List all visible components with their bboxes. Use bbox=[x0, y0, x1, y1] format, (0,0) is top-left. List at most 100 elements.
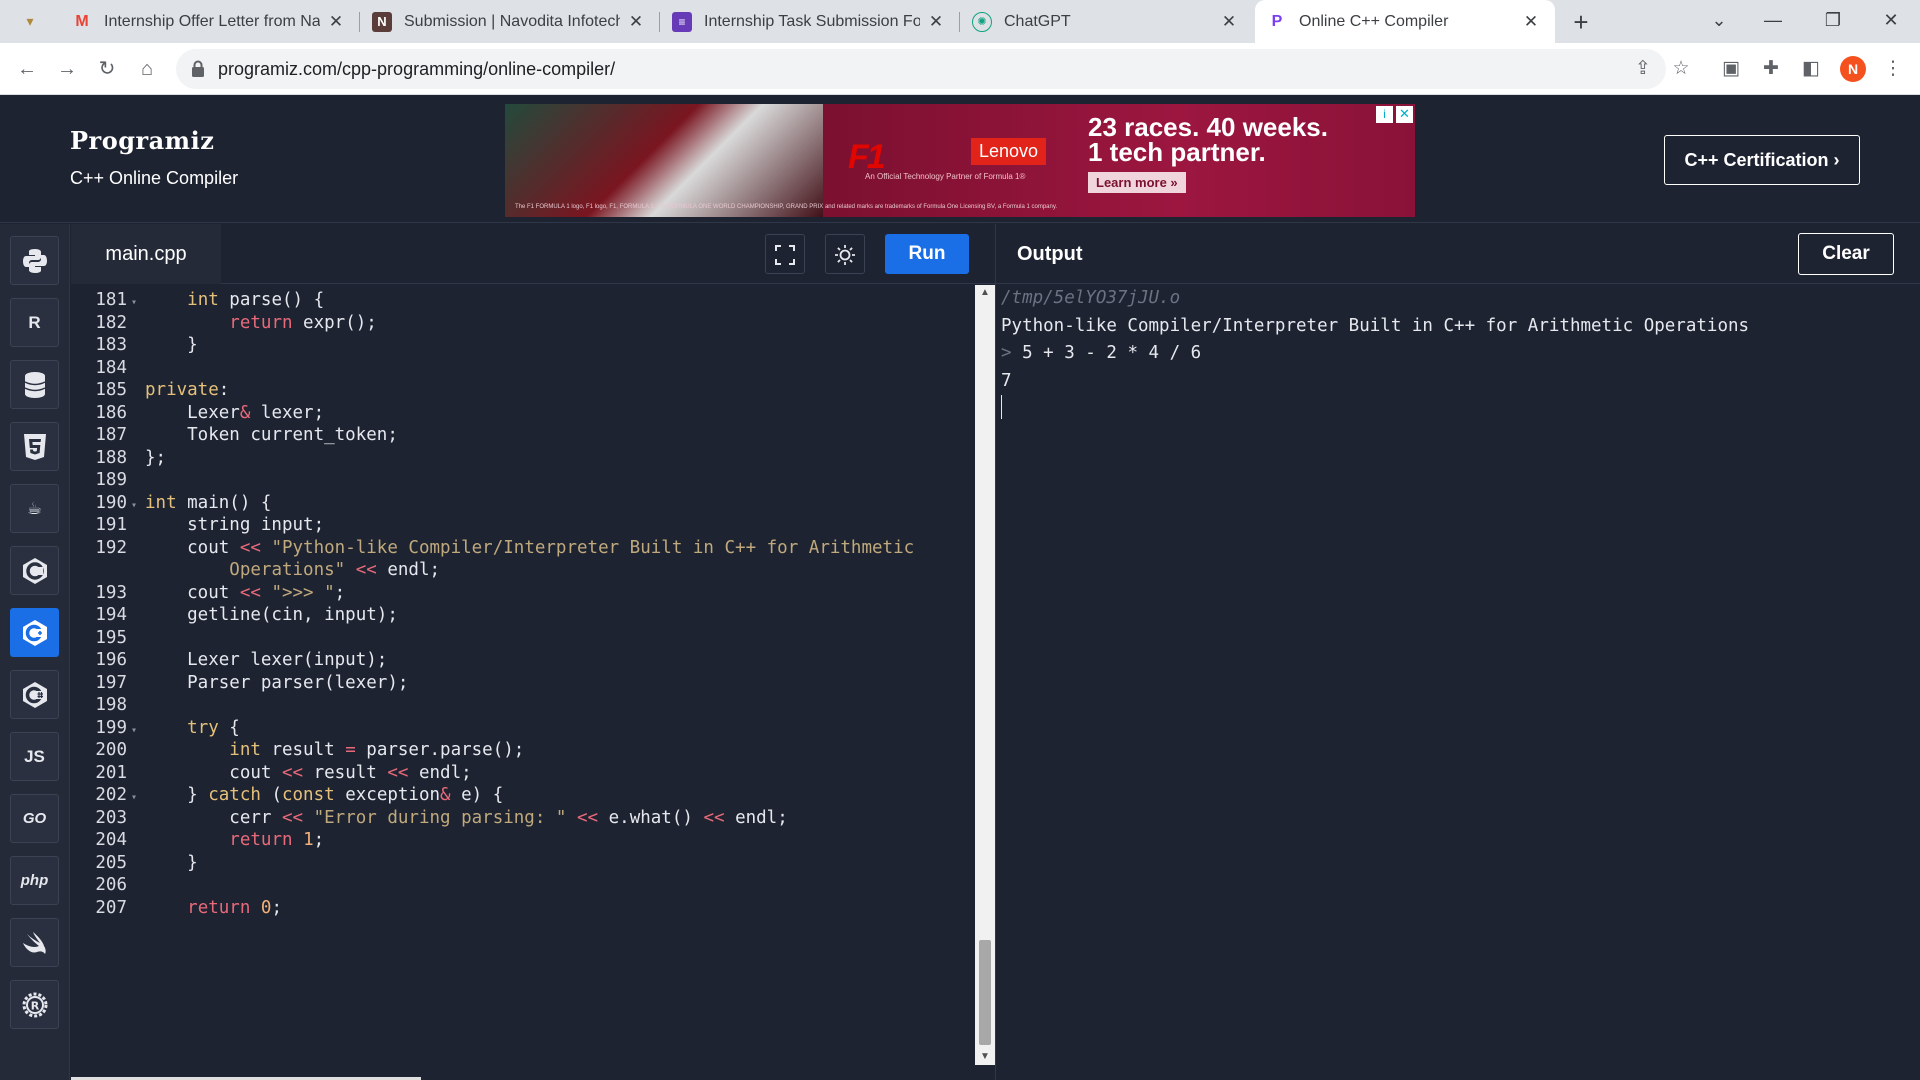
php-icon[interactable]: php bbox=[10, 856, 59, 905]
prompt-symbol: > bbox=[1001, 343, 1012, 363]
browser-tab-strip: ▾ M Internship Offer Letter from Nav ✕ N… bbox=[0, 0, 1920, 43]
tab-forms[interactable]: ≡ Internship Task Submission Form ✕ bbox=[660, 0, 960, 43]
code-text[interactable]: return 0; bbox=[145, 898, 282, 918]
minimize-button[interactable]: — bbox=[1746, 0, 1800, 40]
new-tab-button[interactable]: + bbox=[1564, 6, 1598, 40]
code-text[interactable]: int result = parser.parse(); bbox=[145, 740, 524, 760]
extensions-puzzle-icon[interactable]: ✚ bbox=[1754, 52, 1788, 86]
forward-button[interactable]: → bbox=[50, 52, 84, 86]
code-text[interactable]: int parse() { bbox=[145, 290, 324, 310]
code-text[interactable]: return 1; bbox=[145, 830, 324, 850]
code-text[interactable]: } catch (const exception& e) { bbox=[145, 785, 503, 805]
programiz-logo[interactable]: Programiz bbox=[70, 126, 214, 155]
chevron-down-icon: ▾ bbox=[26, 13, 34, 29]
python-icon[interactable] bbox=[10, 236, 59, 285]
gmail-icon: M bbox=[75, 12, 89, 30]
tab-online-compiler[interactable]: P Online C++ Compiler ✕ bbox=[1255, 0, 1555, 43]
output-banner-text: Python-like Compiler/Interpreter Built i… bbox=[1001, 315, 1750, 336]
text-cursor bbox=[1001, 395, 1002, 419]
close-icon[interactable]: ✕ bbox=[1521, 12, 1541, 32]
output-console[interactable]: /tmp/5elYO37jJU.o Python-like Compiler/I… bbox=[996, 285, 1920, 1080]
ad-info-icon[interactable]: i bbox=[1376, 106, 1393, 123]
tab-search-chevron-icon[interactable]: ⌄ bbox=[1692, 0, 1746, 40]
close-window-button[interactable]: ✕ bbox=[1864, 0, 1918, 40]
bookmark-star-icon[interactable]: ☆ bbox=[1664, 52, 1698, 86]
code-text[interactable]: } bbox=[145, 853, 198, 873]
code-text[interactable]: try { bbox=[145, 718, 240, 738]
tab-gmail[interactable]: M Internship Offer Letter from Nav ✕ bbox=[60, 0, 360, 43]
code-text[interactable]: int main() { bbox=[145, 493, 271, 513]
ad-learn-more-button[interactable]: Learn more » bbox=[1088, 172, 1186, 193]
code-text[interactable]: getline(cin, input); bbox=[145, 605, 398, 625]
ad-close-icon[interactable]: ✕ bbox=[1396, 106, 1413, 123]
theme-toggle-button[interactable] bbox=[825, 234, 865, 274]
address-bar[interactable]: programiz.com/cpp-programming/online-com… bbox=[176, 49, 1666, 89]
ad-fine-print: The F1 FORMULA 1 logo, F1 logo, F1, FORM… bbox=[515, 204, 1058, 210]
share-icon[interactable]: ⇪ bbox=[1626, 52, 1660, 86]
tab-search-button[interactable]: ▾ bbox=[10, 0, 50, 43]
maximize-button[interactable]: ❐ bbox=[1806, 0, 1860, 40]
close-icon[interactable]: ✕ bbox=[626, 12, 646, 32]
svg-text:R: R bbox=[30, 1000, 39, 1013]
back-button[interactable]: ← bbox=[10, 52, 44, 86]
code-text[interactable]: Lexer lexer(input); bbox=[145, 650, 387, 670]
extension-r-icon[interactable]: ▣ bbox=[1714, 52, 1748, 86]
profile-avatar[interactable]: N bbox=[1840, 56, 1866, 82]
go-language-icon[interactable]: GO bbox=[10, 794, 59, 843]
close-icon[interactable]: ✕ bbox=[326, 12, 346, 32]
rust-icon[interactable]: R bbox=[10, 980, 59, 1029]
code-text[interactable]: } bbox=[145, 335, 198, 355]
clear-button[interactable]: Clear bbox=[1798, 233, 1894, 275]
close-icon[interactable]: ✕ bbox=[1219, 12, 1239, 32]
scroll-down-arrow-icon[interactable]: ▼ bbox=[975, 1049, 995, 1065]
code-editor[interactable]: 180181▾ int parse() {182 return expr();1… bbox=[71, 285, 975, 1080]
c-language-icon[interactable] bbox=[10, 546, 59, 595]
code-text[interactable]: Token current_token; bbox=[145, 425, 398, 445]
swift-icon[interactable] bbox=[10, 918, 59, 967]
code-text[interactable]: cout << result << endl; bbox=[145, 763, 471, 783]
r-language-icon[interactable]: R bbox=[10, 298, 59, 347]
sql-database-icon[interactable] bbox=[10, 360, 59, 409]
chatgpt-icon: ✺ bbox=[972, 11, 992, 32]
output-header: Output Clear bbox=[996, 224, 1920, 284]
cpp-language-icon[interactable] bbox=[10, 608, 59, 657]
code-line[interactable]: 207 return 0; bbox=[71, 895, 282, 923]
forms-icon: ≡ bbox=[672, 11, 692, 32]
scrollbar-thumb[interactable] bbox=[979, 940, 991, 1045]
output-title: Output bbox=[1017, 243, 1083, 265]
javascript-icon[interactable]: JS bbox=[10, 732, 59, 781]
side-panel-icon[interactable]: ◧ bbox=[1794, 52, 1828, 86]
tab-chatgpt[interactable]: ✺ ChatGPT ✕ bbox=[960, 0, 1253, 43]
url-text[interactable]: programiz.com/cpp-programming/online-com… bbox=[218, 49, 615, 89]
reload-button[interactable]: ↻ bbox=[90, 52, 124, 86]
csharp-language-icon[interactable] bbox=[10, 670, 59, 719]
tab-submission[interactable]: N Submission | Navodita Infotech ✕ bbox=[360, 0, 660, 43]
html5-icon[interactable] bbox=[10, 422, 59, 471]
editor-scrollbar[interactable]: ▲ ▼ bbox=[975, 285, 995, 1065]
ad-race-car-image bbox=[505, 104, 823, 217]
code-text[interactable]: Lexer& lexer; bbox=[145, 403, 324, 423]
code-text[interactable]: }; bbox=[145, 448, 166, 468]
run-button[interactable]: Run bbox=[885, 234, 969, 274]
lenovo-logo: Lenovo bbox=[971, 138, 1047, 165]
home-button[interactable]: ⌂ bbox=[130, 52, 164, 86]
code-text[interactable]: string input; bbox=[145, 515, 324, 535]
scroll-up-arrow-icon[interactable]: ▲ bbox=[975, 285, 995, 301]
code-text[interactable]: private: bbox=[145, 380, 229, 400]
java-icon[interactable]: ☕ bbox=[10, 484, 59, 533]
close-icon[interactable]: ✕ bbox=[926, 12, 946, 32]
ad-headline-2: 1 tech partner. bbox=[1088, 137, 1266, 167]
menu-kebab-icon[interactable]: ⋮ bbox=[1876, 52, 1910, 86]
certification-button[interactable]: C++ Certification › bbox=[1664, 135, 1860, 185]
code-text[interactable]: Operations" << endl; bbox=[145, 560, 440, 580]
code-text[interactable]: cout << "Python-like Compiler/Interprete… bbox=[145, 538, 914, 558]
code-text[interactable]: return expr(); bbox=[145, 313, 377, 333]
ad-tagline: An Official Technology Partner of Formul… bbox=[865, 172, 1026, 181]
code-text[interactable]: cout << ">>> "; bbox=[145, 583, 345, 603]
code-text[interactable]: cerr << "Error during parsing: " << e.wh… bbox=[145, 808, 787, 828]
advertisement-banner[interactable]: F1 Lenovo An Official Technology Partner… bbox=[505, 104, 1415, 217]
output-result: 7 bbox=[1001, 370, 1012, 391]
code-text[interactable]: Parser parser(lexer); bbox=[145, 673, 408, 693]
fullscreen-button[interactable] bbox=[765, 234, 805, 274]
file-tab-main-cpp[interactable]: main.cpp bbox=[71, 224, 221, 284]
